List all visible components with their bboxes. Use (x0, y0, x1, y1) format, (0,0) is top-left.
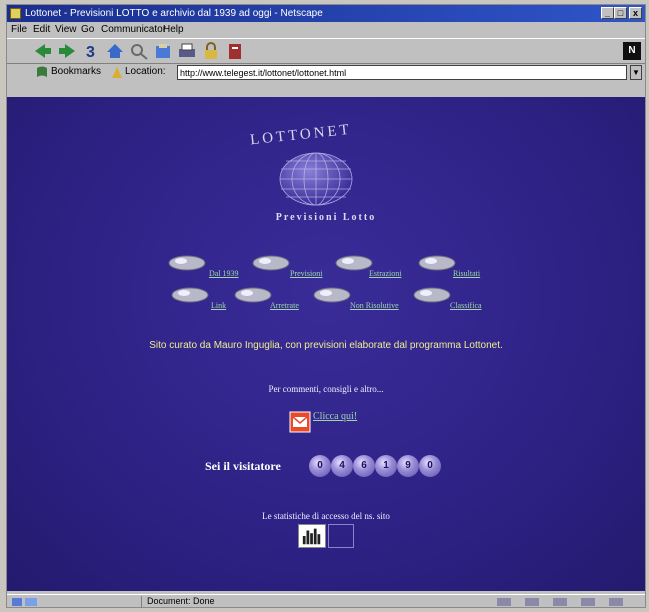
back-icon[interactable] (33, 42, 53, 60)
logo-subtitle: Previsioni Lotto (275, 212, 377, 223)
contact-text: Per commenti, consigli e altro... (268, 384, 384, 394)
connection-status-icon (12, 598, 37, 606)
stats-text: Le statistiche di accesso del ns. sito (262, 511, 390, 521)
navigation-toolbar: 3 N (7, 38, 645, 64)
menu-view[interactable]: View (55, 22, 77, 37)
component-bar-icons[interactable] (495, 596, 643, 608)
window-title: Lottonet - Previsioni LOTTO e archivio d… (25, 8, 323, 19)
security-icon[interactable] (201, 42, 221, 60)
status-bar: Document: Done (7, 594, 645, 609)
status-text: Document: Done (147, 596, 215, 606)
minimize-button[interactable]: _ (601, 7, 614, 19)
mail-icon[interactable] (289, 411, 311, 433)
nav-link-dal-1939[interactable]: Dal 1939 (209, 269, 239, 278)
forward-icon[interactable] (57, 42, 77, 60)
menu-communicator[interactable]: Communicator (101, 22, 166, 37)
reload-icon[interactable]: 3 (81, 42, 101, 60)
nav-link-classifica[interactable]: Classifica (450, 301, 482, 310)
nav-lens-icon[interactable] (312, 284, 352, 306)
statistics-chart-icon[interactable] (298, 524, 326, 548)
menu-help[interactable]: Help (163, 22, 184, 37)
search-icon[interactable] (129, 42, 149, 60)
statistics-frame (328, 524, 354, 548)
globe-logo-icon (279, 152, 353, 206)
visitor-counter-digit: 6 (353, 455, 375, 477)
maximize-button[interactable]: □ (614, 7, 627, 19)
nav-lens-icon[interactable] (170, 284, 210, 306)
title-bar: Lottonet - Previsioni LOTTO e archivio d… (7, 5, 645, 22)
stop-icon[interactable] (225, 42, 245, 60)
visitor-counter-digit: 9 (397, 455, 419, 477)
close-button[interactable]: x (629, 7, 642, 19)
page-content: LOTTONET Previsioni Lotto Dal 1939 Previ… (7, 97, 645, 591)
browser-window: Lottonet - Previsioni LOTTO e archivio d… (6, 4, 646, 608)
netscape-logo: N (623, 42, 641, 60)
lottonet-logo-text: LOTTONET (249, 121, 353, 149)
visitor-label: Sei il visitatore (205, 459, 281, 473)
intro-text: Sito curato da Mauro Inguglia, con previ… (149, 340, 503, 351)
visitor-counter-digit: 0 (419, 455, 441, 477)
location-toolbar: Bookmarks Location: http://www.telegest.… (7, 63, 645, 83)
visitor-counter-digit: 1 (375, 455, 397, 477)
url-input[interactable]: http://www.telegest.it/lottonet/lottonet… (177, 65, 627, 80)
netscape-guide-icon[interactable] (153, 42, 173, 60)
nav-lens-icon[interactable] (251, 252, 291, 274)
netscape-app-icon (10, 8, 21, 19)
svg-text:3: 3 (86, 44, 95, 60)
nav-link-link[interactable]: Link (211, 301, 226, 310)
nav-lens-icon[interactable] (233, 284, 273, 306)
mail-link[interactable]: Clicca qui! (313, 411, 357, 422)
nav-link-non-risolutive[interactable]: Non Risolutive (350, 301, 399, 310)
home-icon[interactable] (105, 42, 125, 60)
nav-link-previsioni[interactable]: Previsioni (290, 269, 322, 278)
bookmark-icon[interactable] (35, 65, 49, 79)
nav-link-arretrate[interactable]: Arretrate (270, 301, 299, 310)
menu-bar: File Edit View Go Communicator Help (7, 22, 645, 37)
nav-lens-icon[interactable] (417, 252, 457, 274)
menu-go[interactable]: Go (81, 22, 94, 37)
status-divider (141, 596, 142, 608)
nav-lens-icon[interactable] (334, 252, 374, 274)
nav-lens-icon[interactable] (412, 284, 452, 306)
visitor-counter-digit: 0 (309, 455, 331, 477)
menu-edit[interactable]: Edit (33, 22, 50, 37)
nav-lens-icon[interactable] (167, 252, 207, 274)
location-label: Location: (125, 66, 166, 77)
print-icon[interactable] (177, 42, 197, 60)
menu-file[interactable]: File (11, 22, 27, 37)
url-dropdown-button[interactable]: ▼ (630, 65, 642, 80)
bookmarks-button[interactable]: Bookmarks (51, 66, 101, 77)
nav-link-risultati[interactable]: Risultati (453, 269, 480, 278)
location-icon (112, 67, 122, 78)
nav-link-estrazioni[interactable]: Estrazioni (369, 269, 401, 278)
visitor-counter-digit: 4 (331, 455, 353, 477)
